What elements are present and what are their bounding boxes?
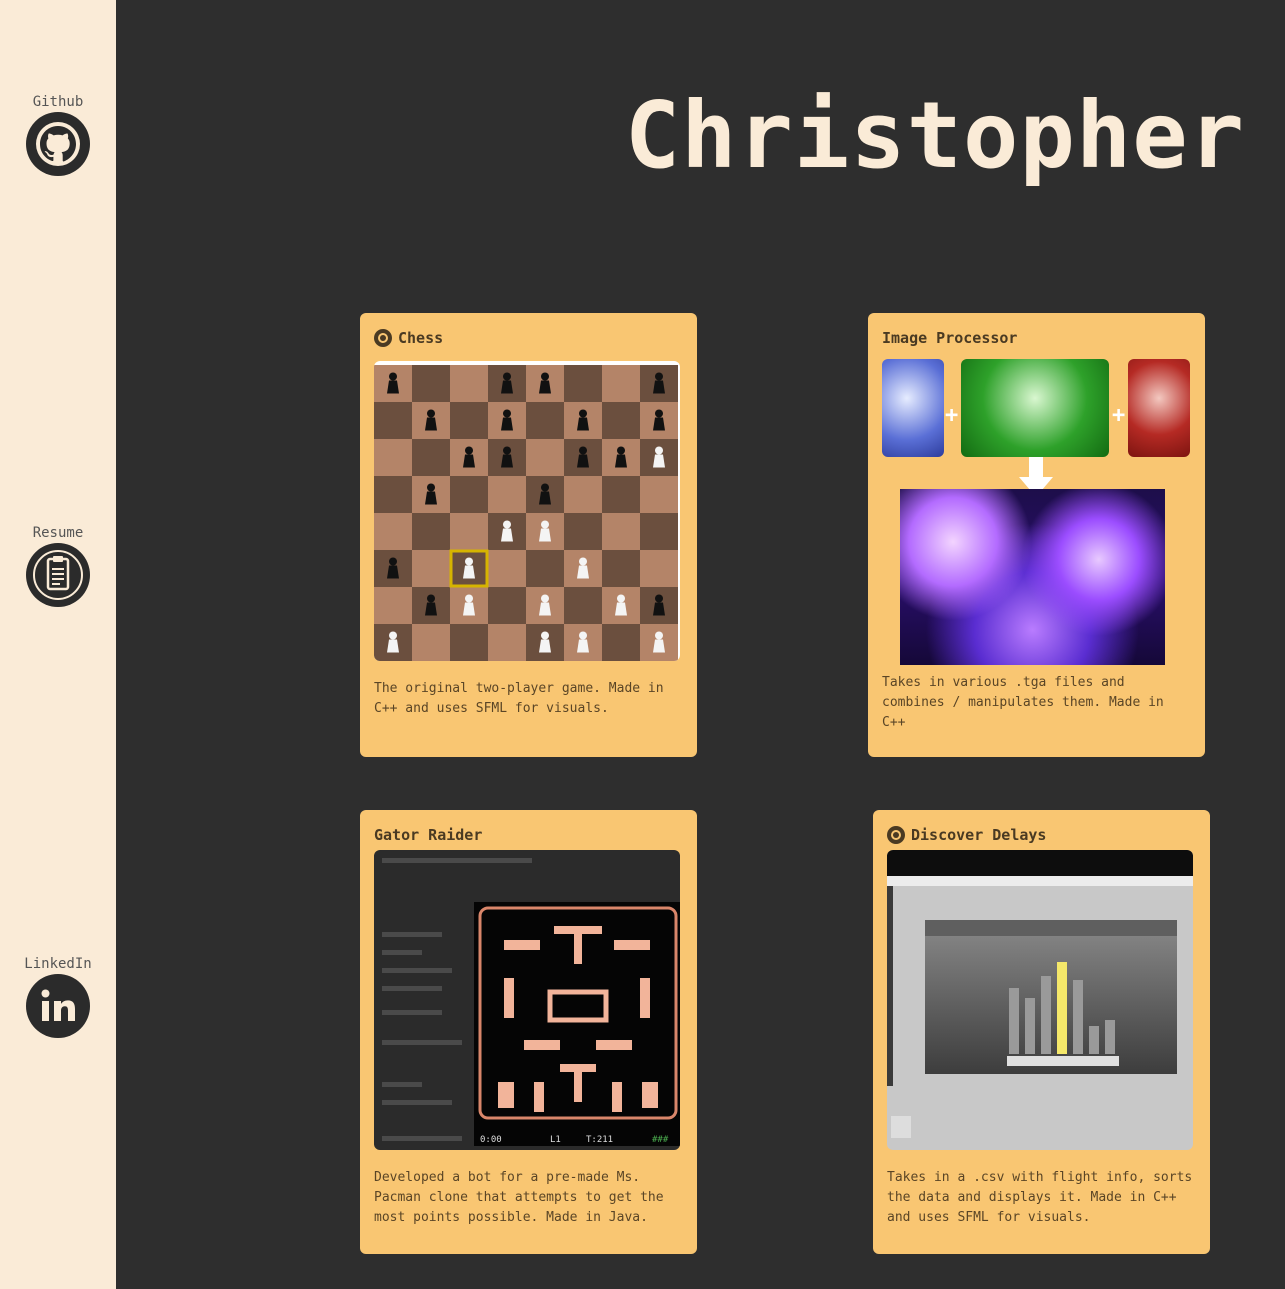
linkedin-label: LinkedIn (24, 956, 92, 972)
chess-square (412, 550, 450, 587)
chess-square (488, 476, 526, 513)
chess-square (564, 587, 602, 624)
chess-square (640, 513, 678, 550)
svg-text:T:211: T:211 (586, 1135, 613, 1145)
svg-text:0:00: 0:00 (480, 1135, 502, 1145)
sidebar: Github Resume LinkedIn (0, 0, 116, 1289)
chess-square (450, 624, 488, 661)
linkedin-icon (26, 974, 90, 1038)
project-card-discover-delays[interactable]: Discover Delays Takes in a .csv with fli… (873, 810, 1210, 1254)
chess-square (602, 476, 640, 513)
chess-square (488, 587, 526, 624)
chess-square (450, 402, 488, 439)
svg-text:###: ### (652, 1135, 669, 1145)
chess-square (488, 624, 526, 661)
chess-square (412, 513, 450, 550)
chess-square (374, 476, 412, 513)
chess-square (374, 587, 412, 624)
chess-square (526, 550, 564, 587)
github-label: Github (32, 94, 84, 110)
linkedin-link[interactable]: LinkedIn (0, 956, 116, 1038)
resume-link[interactable]: Resume (0, 525, 116, 607)
card-header: Discover Delays (887, 824, 1196, 846)
card-header: Image Processor (882, 327, 1191, 349)
github-icon (26, 112, 90, 176)
github-link[interactable]: Github (0, 94, 116, 176)
chess-square (602, 550, 640, 587)
plus-icon: + (945, 403, 959, 428)
chess-screenshot (374, 361, 680, 661)
chess-square (602, 365, 640, 402)
chess-square (564, 365, 602, 402)
discover-delays-screenshot (887, 850, 1193, 1150)
project-description: Developed a bot for a pre-made Ms. Pacma… (374, 1170, 664, 1225)
chess-square (412, 365, 450, 402)
project-card-image-processor[interactable]: Image Processor + + Takes in various .tg… (868, 313, 1205, 757)
chess-square (602, 513, 640, 550)
chess-square (640, 550, 678, 587)
chess-square (526, 402, 564, 439)
project-description: Takes in a .csv with flight info, sorts … (887, 1170, 1193, 1225)
chess-square (564, 476, 602, 513)
chess-square (602, 624, 640, 661)
svg-text:L1: L1 (550, 1135, 561, 1145)
chess-square (526, 439, 564, 476)
project-card-gator-raider[interactable]: Gator Raider 0:00 L1 T:211 ### Developed… (360, 810, 697, 1254)
combined-image (900, 489, 1165, 665)
card-header: Chess (374, 327, 683, 349)
chess-square (374, 439, 412, 476)
chess-square (450, 476, 488, 513)
blue-channel-image (882, 359, 944, 457)
project-card-chess[interactable]: Chess The original two-player game. Made… (360, 313, 697, 757)
chess-square (412, 624, 450, 661)
chess-square (374, 513, 412, 550)
red-channel-image (1128, 359, 1190, 457)
chess-square (564, 513, 602, 550)
plus-icon: + (1112, 403, 1126, 428)
document-icon (26, 543, 90, 607)
chess-square (602, 402, 640, 439)
project-title: Image Processor (882, 329, 1018, 347)
chess-square (374, 402, 412, 439)
resume-label: Resume (32, 525, 84, 541)
project-description: Takes in various .tga files and combines… (882, 675, 1164, 730)
page-title: Christopher (624, 82, 1245, 189)
green-channel-image (961, 359, 1109, 457)
image-processor-screenshot: + + (882, 359, 1191, 669)
gator-raider-screenshot: 0:00 L1 T:211 ### (374, 850, 680, 1150)
github-icon (887, 826, 905, 844)
project-title: Gator Raider (374, 826, 483, 844)
github-icon (374, 329, 392, 347)
chess-square (412, 439, 450, 476)
project-title: Chess (398, 329, 444, 347)
card-header: Gator Raider (374, 824, 683, 846)
chess-square (450, 513, 488, 550)
chess-square (450, 365, 488, 402)
chess-square (640, 476, 678, 513)
project-title: Discover Delays (911, 826, 1047, 844)
chess-square (488, 550, 526, 587)
project-description: The original two-player game. Made in C+… (374, 681, 664, 716)
